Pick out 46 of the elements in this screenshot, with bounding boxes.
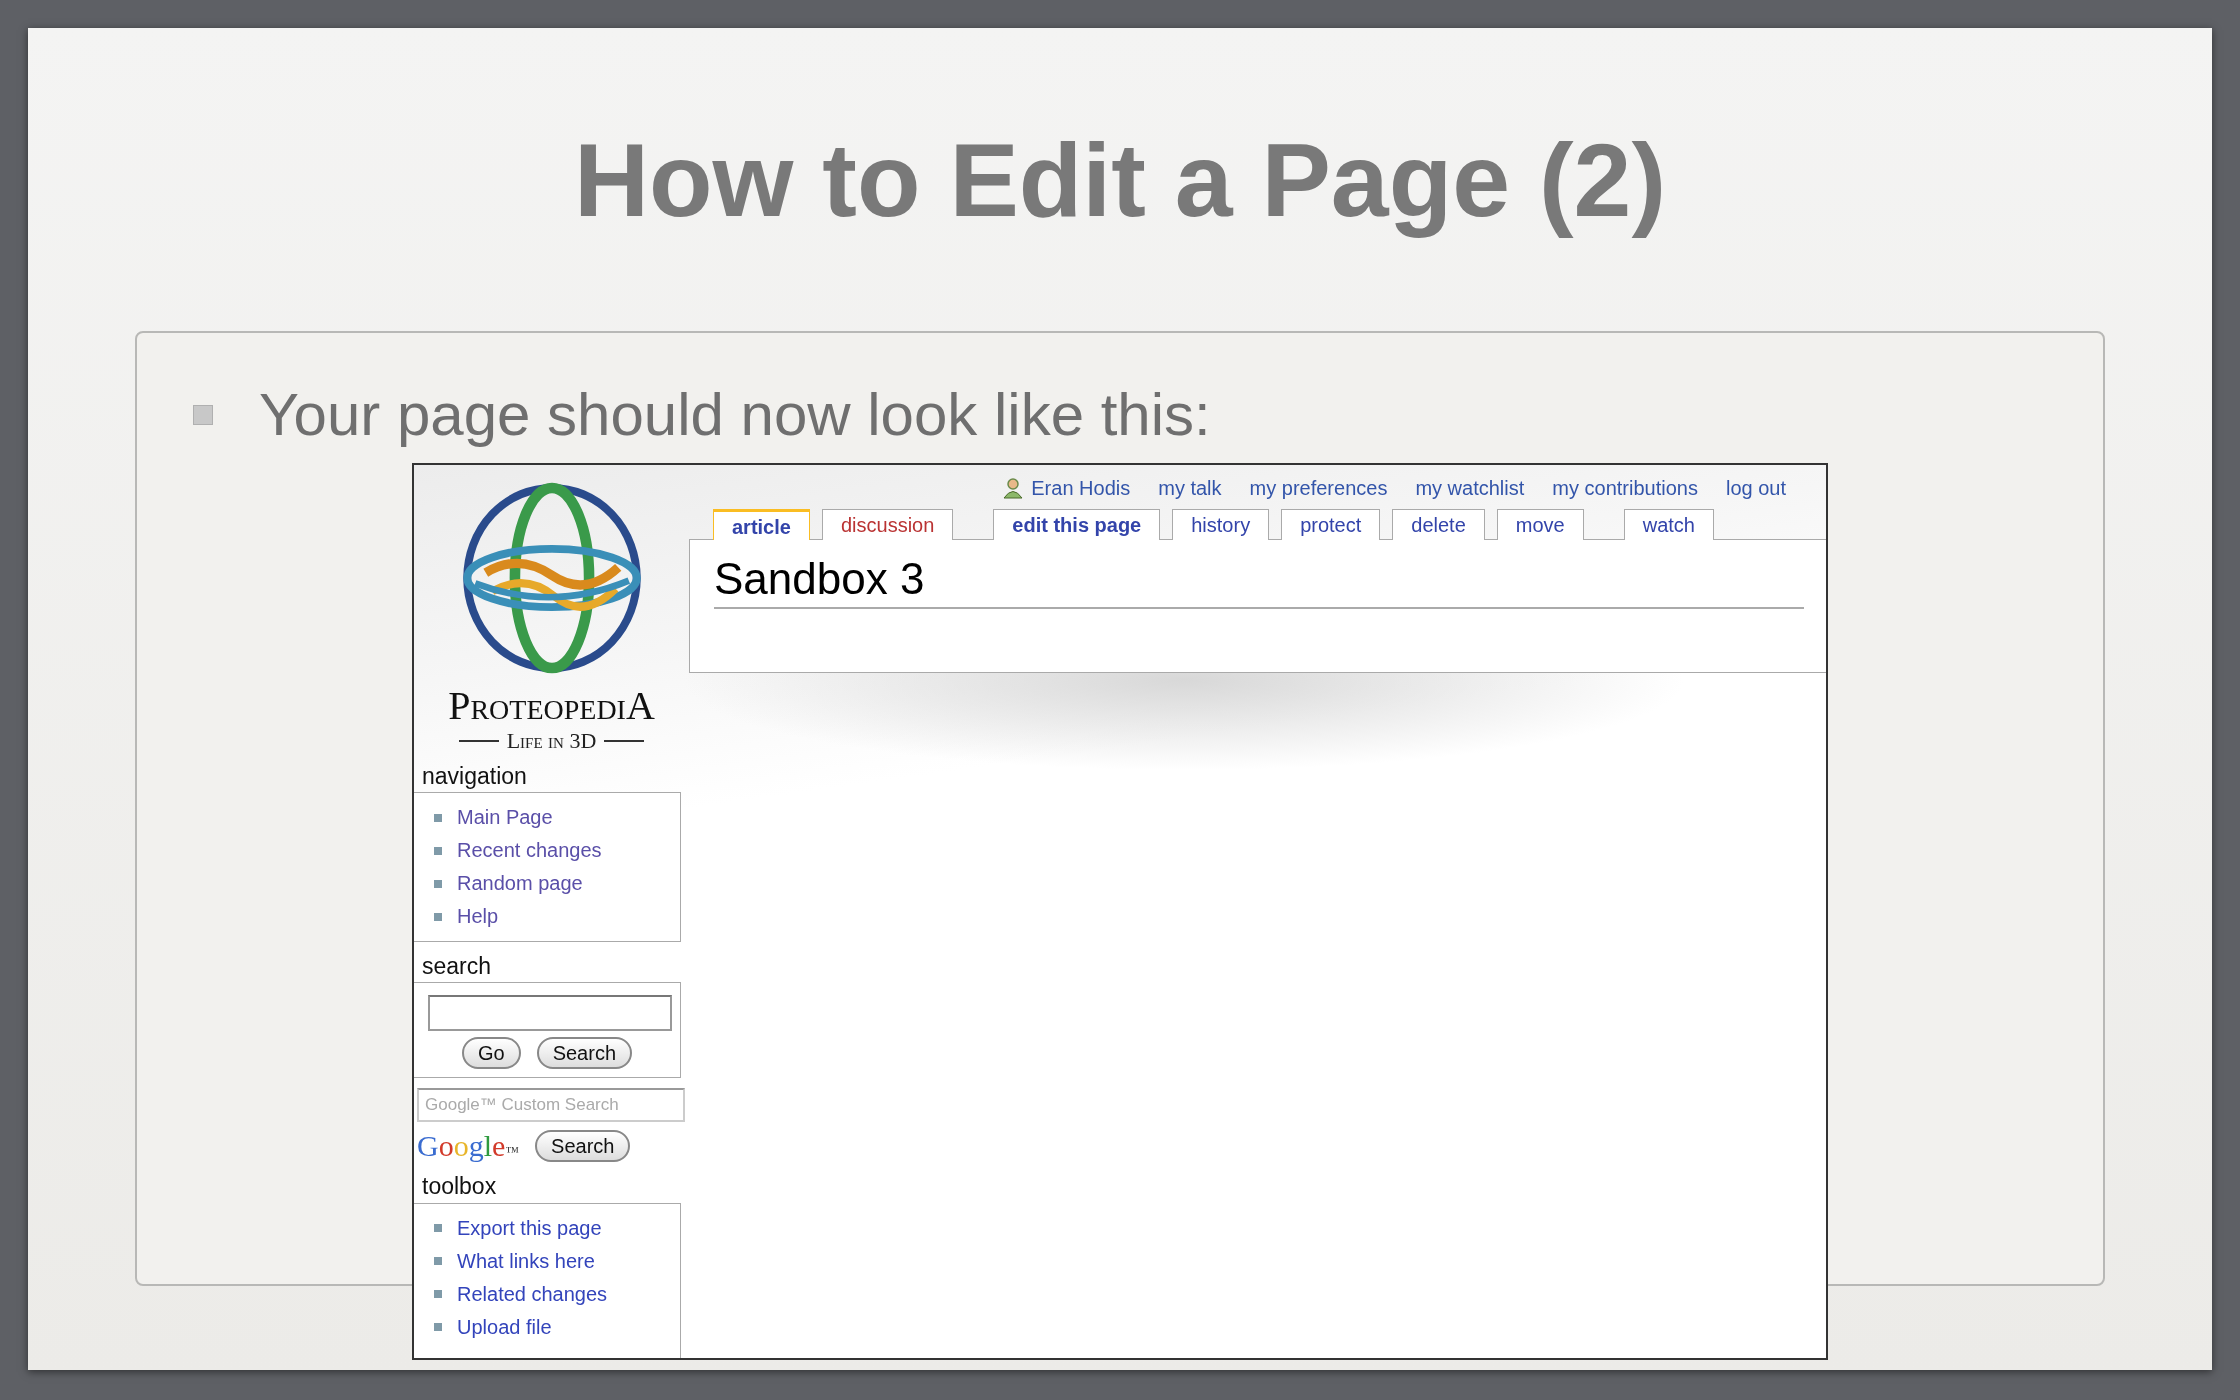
custom-search-field[interactable]: Google™ Custom Search [417, 1088, 685, 1123]
search-logo: Google™ [417, 1131, 520, 1162]
bullet-icon [434, 879, 442, 888]
search-field[interactable] [428, 995, 672, 1032]
bullet-icon [434, 813, 442, 822]
portlet-heading: search [421, 952, 493, 982]
bullet-text: Your page should now look like this: [259, 384, 1211, 445]
search-button[interactable]: Search [536, 1037, 633, 1070]
user-icon [1003, 476, 1024, 499]
page-tab[interactable]: edit this page [993, 508, 1161, 540]
user-link[interactable]: my talk [1158, 472, 1222, 503]
user-link[interactable]: log out [1725, 472, 1786, 503]
sidebar-link[interactable]: Upload file [457, 1310, 552, 1344]
bullet-icon [193, 404, 213, 425]
user-link[interactable]: my contributions [1552, 472, 1698, 503]
user-link[interactable]: my preferences [1249, 472, 1388, 503]
page-tab[interactable]: history [1172, 508, 1270, 540]
sidebar-link[interactable]: What links here [457, 1244, 595, 1278]
sidebar-link[interactable]: Export this page [457, 1211, 602, 1245]
logo-tagline: Life in 3D [506, 729, 597, 752]
go-button[interactable]: Go [461, 1037, 521, 1070]
user-link[interactable]: Eran Hodis [1031, 472, 1131, 503]
sidebar-link[interactable]: Help [457, 900, 499, 934]
sidebar-link[interactable]: Random page [457, 867, 583, 901]
bullet-icon [434, 1323, 442, 1332]
page-tab[interactable]: protect [1281, 508, 1381, 540]
user-link[interactable]: my watchlist [1415, 472, 1525, 503]
portlet-heading: navigation [421, 761, 528, 791]
bullet-icon [434, 1257, 442, 1266]
page-tab[interactable]: move [1496, 508, 1584, 540]
bullet-icon [434, 846, 442, 855]
sidebar-link[interactable]: Main Page [457, 801, 553, 835]
slide-title: How to Edit a Page (2) [572, 121, 1668, 240]
page-tab[interactable]: watch [1623, 508, 1714, 540]
page-tab[interactable]: delete [1392, 508, 1485, 540]
logo-wordmark: ProteopediA [448, 685, 655, 726]
page-title: Sandbox 3 [714, 549, 1804, 609]
bullet-icon [434, 1224, 442, 1233]
search-button[interactable]: Search [535, 1130, 631, 1163]
portlet-heading: toolbox [421, 1172, 498, 1202]
sidebar-link[interactable]: Recent changes [457, 834, 602, 868]
bullet-icon [434, 912, 442, 921]
page-tab[interactable]: article [713, 508, 810, 540]
bullet-icon [434, 1290, 442, 1299]
sidebar-link[interactable]: Related changes [457, 1277, 608, 1311]
page-tab[interactable]: discussion [821, 508, 954, 540]
